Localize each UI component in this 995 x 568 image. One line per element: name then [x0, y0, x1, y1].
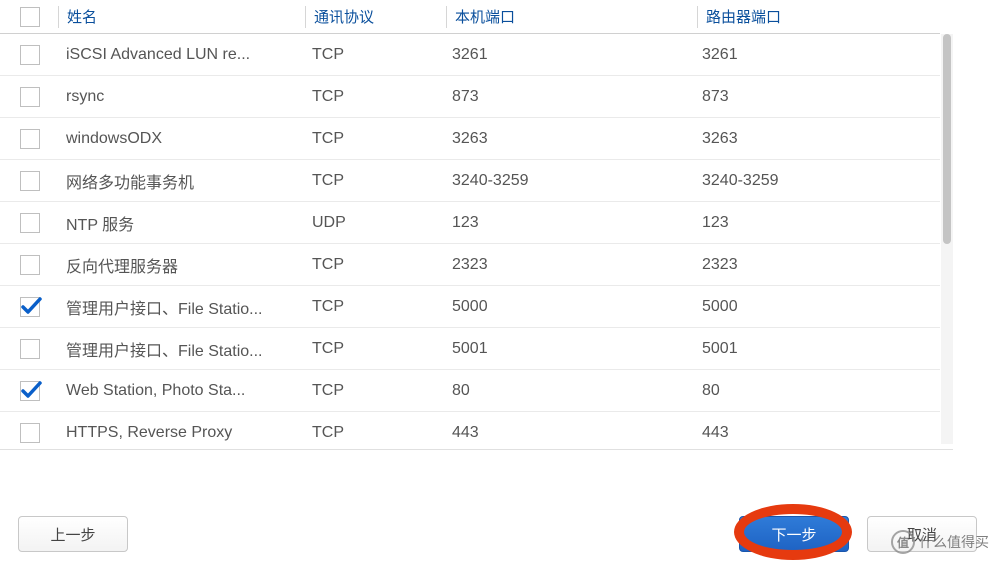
cell-name: 管理用户接口、File Statio... — [58, 337, 304, 361]
table-row[interactable]: 反向代理服务器TCP23232323 — [0, 244, 940, 286]
cell-local-port: 3261 — [444, 46, 694, 64]
cell-router-port: 3240-3259 — [694, 172, 940, 190]
footer-bar: 上一步 下一步 取消 — [0, 500, 995, 568]
cell-local-port: 5000 — [444, 298, 694, 316]
cancel-button[interactable]: 取消 — [867, 516, 977, 552]
table-row[interactable]: 管理用户接口、File Statio...TCP50015001 — [0, 328, 940, 370]
row-checkbox[interactable] — [20, 339, 40, 359]
table-header: 姓名 通讯协议 本机端口 路由器端口 — [0, 0, 940, 34]
row-checkbox[interactable] — [20, 213, 40, 233]
cell-router-port: 80 — [694, 382, 940, 400]
row-checkbox[interactable] — [20, 45, 40, 65]
cell-router-port: 5000 — [694, 298, 940, 316]
cell-protocol: TCP — [304, 46, 444, 64]
row-checkbox[interactable] — [20, 423, 40, 443]
row-checkbox[interactable] — [20, 297, 40, 317]
cell-name: 网络多功能事务机 — [58, 169, 304, 193]
cell-protocol: TCP — [304, 424, 444, 442]
row-checkbox[interactable] — [20, 87, 40, 107]
cell-name: HTTPS, Reverse Proxy — [58, 424, 304, 442]
cell-router-port: 123 — [694, 214, 940, 232]
cell-router-port: 5001 — [694, 340, 940, 358]
table-row[interactable]: HTTPS, Reverse ProxyTCP443443 — [0, 412, 940, 450]
cell-name: NTP 服务 — [58, 211, 304, 235]
table-row[interactable]: iSCSI Advanced LUN re...TCP32613261 — [0, 34, 940, 76]
cell-local-port: 3240-3259 — [444, 172, 694, 190]
vertical-scrollbar[interactable] — [941, 34, 953, 444]
prev-button[interactable]: 上一步 — [18, 516, 128, 552]
cell-protocol: UDP — [304, 214, 444, 232]
table-row[interactable]: windowsODXTCP32633263 — [0, 118, 940, 160]
row-checkbox[interactable] — [20, 171, 40, 191]
table-row[interactable]: 管理用户接口、File Statio...TCP50005000 — [0, 286, 940, 328]
cell-name: windowsODX — [58, 130, 304, 148]
cell-name: 反向代理服务器 — [58, 253, 304, 277]
cell-router-port: 2323 — [694, 256, 940, 274]
cell-name: iSCSI Advanced LUN re... — [58, 46, 304, 64]
cell-local-port: 5001 — [444, 340, 694, 358]
cell-local-port: 123 — [444, 214, 694, 232]
column-header-name[interactable]: 姓名 — [59, 6, 305, 27]
cell-protocol: TCP — [304, 130, 444, 148]
cell-router-port: 3261 — [694, 46, 940, 64]
row-checkbox[interactable] — [20, 129, 40, 149]
cell-protocol: TCP — [304, 256, 444, 274]
select-all-checkbox[interactable] — [20, 7, 40, 27]
column-header-router-port[interactable]: 路由器端口 — [698, 6, 940, 27]
cell-local-port: 2323 — [444, 256, 694, 274]
row-checkbox[interactable] — [20, 255, 40, 275]
cell-local-port: 443 — [444, 424, 694, 442]
cell-name: rsync — [58, 88, 304, 106]
cell-router-port: 3263 — [694, 130, 940, 148]
cell-protocol: TCP — [304, 298, 444, 316]
column-header-protocol[interactable]: 通讯协议 — [306, 6, 446, 27]
cell-local-port: 80 — [444, 382, 694, 400]
cell-name: Web Station, Photo Sta... — [58, 382, 304, 400]
cell-protocol: TCP — [304, 172, 444, 190]
cell-local-port: 3263 — [444, 130, 694, 148]
cell-protocol: TCP — [304, 340, 444, 358]
table-row[interactable]: NTP 服务UDP123123 — [0, 202, 940, 244]
table-row[interactable]: rsyncTCP873873 — [0, 76, 940, 118]
cell-name: 管理用户接口、File Statio... — [58, 295, 304, 319]
cell-router-port: 873 — [694, 88, 940, 106]
scrollbar-thumb[interactable] — [943, 34, 951, 244]
cell-protocol: TCP — [304, 382, 444, 400]
table-row[interactable]: Web Station, Photo Sta...TCP8080 — [0, 370, 940, 412]
cell-local-port: 873 — [444, 88, 694, 106]
cell-protocol: TCP — [304, 88, 444, 106]
next-button[interactable]: 下一步 — [739, 516, 849, 552]
column-header-local-port[interactable]: 本机端口 — [447, 6, 697, 27]
row-checkbox[interactable] — [20, 381, 40, 401]
table-row[interactable]: 网络多功能事务机TCP3240-32593240-3259 — [0, 160, 940, 202]
cell-router-port: 443 — [694, 424, 940, 442]
